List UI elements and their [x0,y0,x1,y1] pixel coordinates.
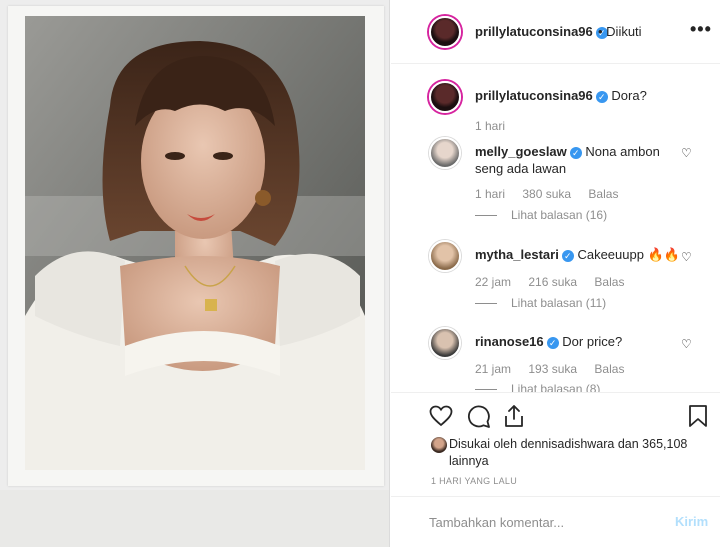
heart-icon[interactable]: ♡ [681,250,692,264]
comment-icon[interactable] [467,405,491,429]
post-detail-panel: prillylatuconsina96 ✓ • Diikuti ••• prill… [391,0,720,547]
comment-time: 21 jam [475,362,512,376]
heart-icon[interactable] [429,405,453,427]
comment-text: rinanose16 ✓ Dor price? [475,333,685,350]
caption-time: 1 hari [475,119,506,133]
divider [475,303,497,305]
divider [475,389,497,391]
comment-input[interactable] [429,509,649,535]
reply-button[interactable]: Balas [588,187,618,201]
comment-username[interactable]: melly_goeslaw [475,144,567,159]
author-avatar[interactable] [429,16,461,48]
post-header: prillylatuconsina96 ✓ • Diikuti ••• [391,0,720,64]
caption-text: prillylatuconsina96 ✓ Dora? [475,87,685,104]
comment-composer: Kirim [391,496,720,547]
post-media-panel [0,0,390,547]
likes-summary[interactable]: Disukai oleh dennisadishwara dan 365,108… [431,436,701,470]
comment-avatar[interactable] [429,240,461,272]
comment-time: 22 jam [475,275,512,289]
comment-meta: 21 jam 193 suka Balas [475,362,638,376]
verified-icon: ✓ [561,249,574,262]
follow-status[interactable]: • Diikuti [598,24,642,39]
comment-username[interactable]: rinanose16 [475,334,544,349]
verified-icon: ✓ [546,336,559,349]
post-photo[interactable] [25,16,365,470]
polaroid-frame [8,6,384,486]
verified-icon: ✓ [595,90,608,103]
share-icon[interactable] [503,404,525,428]
comment-body: Dor price? [562,334,623,349]
comment-likes[interactable]: 216 suka [528,275,577,289]
caption-body: Dora? [611,88,647,103]
comment-username[interactable]: mytha_lestari [475,247,559,262]
heart-icon[interactable]: ♡ [681,146,692,160]
comments-list[interactable]: prillylatuconsina96 ✓ Dora? 1 hari melly_… [391,65,720,392]
reply-button[interactable]: Balas [594,275,624,289]
comment-time: 1 hari [475,187,506,201]
view-replies-button[interactable]: Lihat balasan (8) [475,382,600,392]
heart-icon[interactable]: ♡ [681,337,692,351]
comment-avatar[interactable] [429,137,461,169]
caption-avatar[interactable] [429,81,461,113]
comment-text: melly_goeslaw ✓ Nona ambon seng ada lawan [475,143,685,177]
send-button[interactable]: Kirim [675,514,708,529]
portrait-illustration [25,16,365,470]
comment-avatar[interactable] [429,327,461,359]
divider [475,215,497,217]
reply-button[interactable]: Balas [594,362,624,376]
verified-icon: ✓ [569,146,582,159]
bookmark-icon[interactable] [688,404,708,428]
media-bottom-bar [0,490,389,547]
comment-meta: 1 hari 380 suka Balas [475,187,632,201]
author-username[interactable]: prillylatuconsina96 ✓ [475,24,608,39]
caption-meta: 1 hari [475,119,519,133]
comment-likes[interactable]: 193 suka [528,362,577,376]
comment-likes[interactable]: 380 suka [522,187,571,201]
caption-username[interactable]: prillylatuconsina96 [475,88,593,103]
more-icon[interactable]: ••• [690,19,712,40]
view-replies-button[interactable]: Lihat balasan (11) [475,296,606,310]
comment-body: Cakeeuupp 🔥🔥 [577,247,680,262]
post-date[interactable]: 1 HARI YANG LALU [431,476,517,486]
comment-meta: 22 jam 216 suka Balas [475,275,638,289]
comment-text: mytha_lestari ✓ Cakeeuupp 🔥🔥 [475,246,685,263]
view-replies-button[interactable]: Lihat balasan (16) [475,208,607,222]
